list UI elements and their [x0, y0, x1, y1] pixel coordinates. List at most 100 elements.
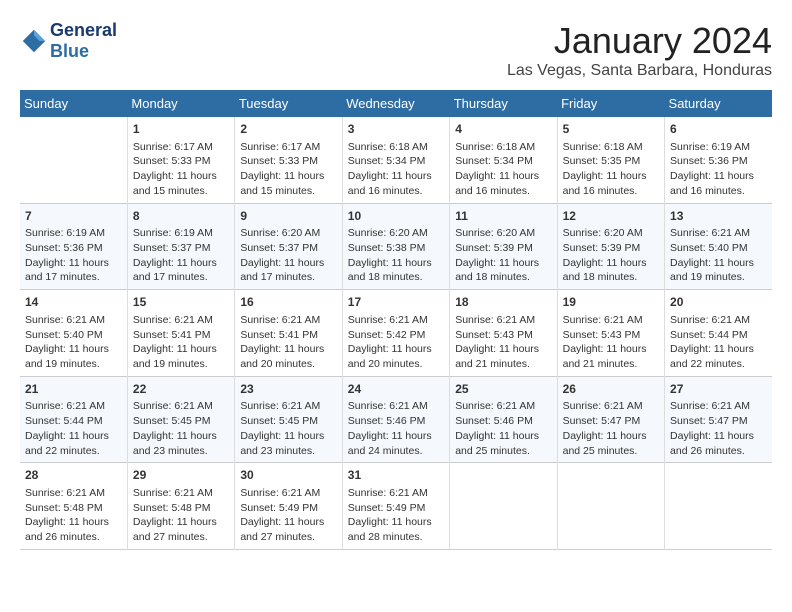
calendar-cell: 16Sunrise: 6:21 AMSunset: 5:41 PMDayligh… [235, 290, 342, 377]
day-info-line: Daylight: 11 hours [240, 342, 336, 357]
calendar-cell: 14Sunrise: 6:21 AMSunset: 5:40 PMDayligh… [20, 290, 127, 377]
day-info-line: and 18 minutes. [563, 270, 659, 285]
day-info-line: Sunrise: 6:18 AM [563, 140, 659, 155]
day-info-line: Daylight: 11 hours [133, 256, 229, 271]
day-info-line: Sunrise: 6:18 AM [455, 140, 551, 155]
day-info-line: and 15 minutes. [240, 184, 336, 199]
day-info-line: Sunrise: 6:21 AM [133, 486, 229, 501]
day-info-line: Daylight: 11 hours [25, 429, 122, 444]
day-info-line: and 16 minutes. [455, 184, 551, 199]
day-info-line: Sunset: 5:41 PM [240, 328, 336, 343]
day-info-line: Daylight: 11 hours [133, 429, 229, 444]
day-info-line: Sunset: 5:34 PM [348, 154, 444, 169]
day-info-line: Sunrise: 6:19 AM [25, 226, 122, 241]
day-info-line: Daylight: 11 hours [348, 169, 444, 184]
day-info-line: Daylight: 11 hours [240, 429, 336, 444]
location-subtitle: Las Vegas, Santa Barbara, Honduras [507, 62, 772, 80]
day-info-line: and 17 minutes. [240, 270, 336, 285]
day-info-line: Daylight: 11 hours [240, 256, 336, 271]
title-section: January 2024 Las Vegas, Santa Barbara, H… [507, 20, 772, 80]
calendar-cell: 5Sunrise: 6:18 AMSunset: 5:35 PMDaylight… [557, 117, 664, 203]
day-info-line: Sunrise: 6:21 AM [563, 399, 659, 414]
day-number: 29 [133, 467, 229, 484]
day-info-line: Sunrise: 6:21 AM [455, 399, 551, 414]
day-number: 26 [563, 381, 659, 398]
calendar-cell: 20Sunrise: 6:21 AMSunset: 5:44 PMDayligh… [665, 290, 772, 377]
day-info-line: Sunset: 5:40 PM [25, 328, 122, 343]
calendar-cell: 22Sunrise: 6:21 AMSunset: 5:45 PMDayligh… [127, 376, 234, 463]
day-info-line: Daylight: 11 hours [25, 256, 122, 271]
day-info-line: Daylight: 11 hours [563, 429, 659, 444]
day-info-line: Sunset: 5:45 PM [133, 414, 229, 429]
day-info-line: Sunrise: 6:21 AM [25, 313, 122, 328]
day-info-line: Sunset: 5:37 PM [133, 241, 229, 256]
day-info-line: Daylight: 11 hours [670, 429, 767, 444]
day-header-tuesday: Tuesday [235, 90, 342, 117]
day-number: 2 [240, 121, 336, 138]
calendar-cell: 1Sunrise: 6:17 AMSunset: 5:33 PMDaylight… [127, 117, 234, 203]
day-number: 30 [240, 467, 336, 484]
day-info-line: Sunrise: 6:21 AM [25, 399, 122, 414]
day-info-line: Sunset: 5:33 PM [133, 154, 229, 169]
day-info-line: Sunrise: 6:21 AM [133, 313, 229, 328]
calendar-week-1: 1Sunrise: 6:17 AMSunset: 5:33 PMDaylight… [20, 117, 772, 203]
day-info-line: and 24 minutes. [348, 444, 444, 459]
day-info-line: and 19 minutes. [25, 357, 122, 372]
day-number: 23 [240, 381, 336, 398]
calendar-cell: 12Sunrise: 6:20 AMSunset: 5:39 PMDayligh… [557, 203, 664, 290]
day-info-line: Daylight: 11 hours [133, 169, 229, 184]
calendar-cell: 23Sunrise: 6:21 AMSunset: 5:45 PMDayligh… [235, 376, 342, 463]
calendar-cell: 10Sunrise: 6:20 AMSunset: 5:38 PMDayligh… [342, 203, 449, 290]
day-info-line: and 28 minutes. [348, 530, 444, 545]
calendar-cell: 21Sunrise: 6:21 AMSunset: 5:44 PMDayligh… [20, 376, 127, 463]
day-info-line: Sunset: 5:34 PM [455, 154, 551, 169]
day-info-line: and 19 minutes. [133, 357, 229, 372]
day-info-line: Daylight: 11 hours [348, 256, 444, 271]
day-info-line: Sunset: 5:44 PM [25, 414, 122, 429]
day-info-line: and 18 minutes. [348, 270, 444, 285]
calendar-week-2: 7Sunrise: 6:19 AMSunset: 5:36 PMDaylight… [20, 203, 772, 290]
calendar-week-5: 28Sunrise: 6:21 AMSunset: 5:48 PMDayligh… [20, 463, 772, 550]
day-header-thursday: Thursday [450, 90, 557, 117]
day-info-line: and 23 minutes. [133, 444, 229, 459]
logo: General Blue [20, 20, 117, 62]
day-info-line: Daylight: 11 hours [240, 515, 336, 530]
day-info-line: Sunrise: 6:21 AM [133, 399, 229, 414]
calendar-week-4: 21Sunrise: 6:21 AMSunset: 5:44 PMDayligh… [20, 376, 772, 463]
day-header-friday: Friday [557, 90, 664, 117]
day-number: 8 [133, 208, 229, 225]
day-number: 20 [670, 294, 767, 311]
day-info-line: Sunset: 5:48 PM [133, 501, 229, 516]
day-info-line: Sunset: 5:33 PM [240, 154, 336, 169]
day-info-line: Daylight: 11 hours [25, 515, 122, 530]
day-info-line: Sunset: 5:39 PM [455, 241, 551, 256]
day-info-line: Daylight: 11 hours [455, 256, 551, 271]
day-info-line: Daylight: 11 hours [563, 256, 659, 271]
day-number: 11 [455, 208, 551, 225]
day-info-line: Sunset: 5:48 PM [25, 501, 122, 516]
day-info-line: Sunrise: 6:21 AM [670, 226, 767, 241]
calendar-cell: 18Sunrise: 6:21 AMSunset: 5:43 PMDayligh… [450, 290, 557, 377]
calendar-cell: 30Sunrise: 6:21 AMSunset: 5:49 PMDayligh… [235, 463, 342, 550]
calendar-cell: 2Sunrise: 6:17 AMSunset: 5:33 PMDaylight… [235, 117, 342, 203]
day-number: 21 [25, 381, 122, 398]
day-number: 22 [133, 381, 229, 398]
day-info-line: Daylight: 11 hours [133, 342, 229, 357]
calendar-cell: 13Sunrise: 6:21 AMSunset: 5:40 PMDayligh… [665, 203, 772, 290]
day-info-line: and 25 minutes. [455, 444, 551, 459]
calendar-cell: 8Sunrise: 6:19 AMSunset: 5:37 PMDaylight… [127, 203, 234, 290]
day-number: 17 [348, 294, 444, 311]
day-info-line: Sunset: 5:47 PM [670, 414, 767, 429]
day-header-wednesday: Wednesday [342, 90, 449, 117]
day-info-line: and 21 minutes. [563, 357, 659, 372]
day-info-line: Sunrise: 6:21 AM [348, 399, 444, 414]
calendar-cell [665, 463, 772, 550]
day-info-line: and 27 minutes. [240, 530, 336, 545]
day-info-line: and 25 minutes. [563, 444, 659, 459]
day-info-line: Sunrise: 6:21 AM [240, 313, 336, 328]
day-info-line: Daylight: 11 hours [348, 429, 444, 444]
day-info-line: Sunset: 5:43 PM [563, 328, 659, 343]
day-header-sunday: Sunday [20, 90, 127, 117]
day-info-line: Sunrise: 6:21 AM [455, 313, 551, 328]
day-number: 4 [455, 121, 551, 138]
